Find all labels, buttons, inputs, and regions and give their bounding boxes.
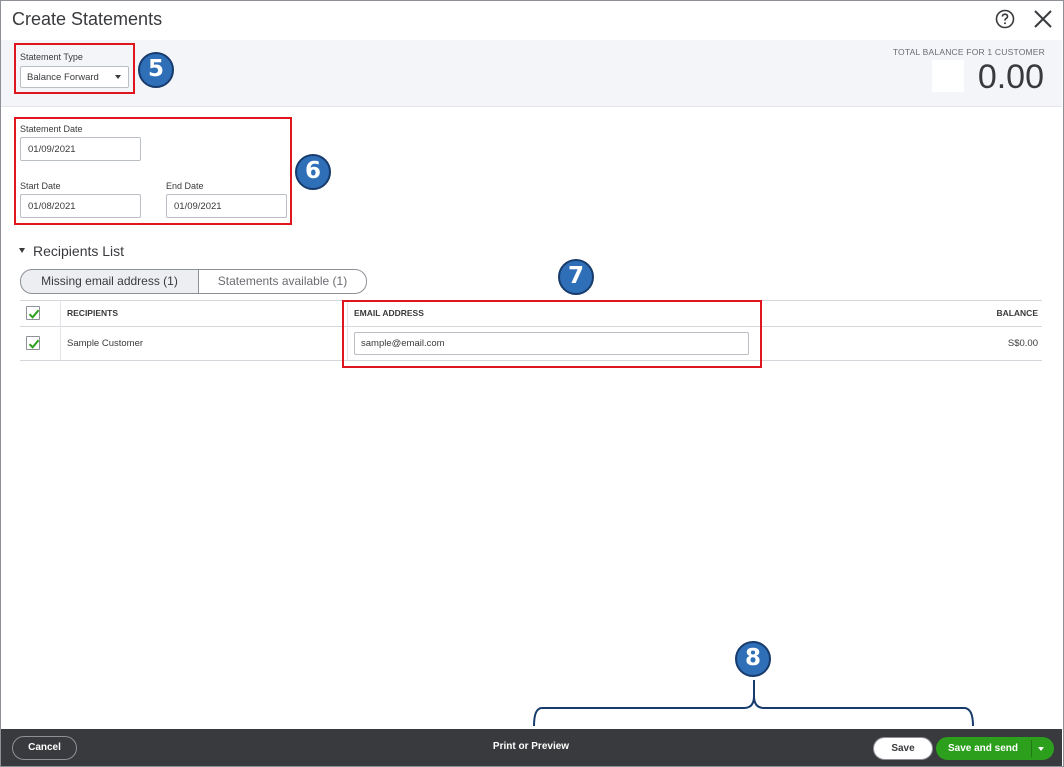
recipients-list-toggle[interactable]: Recipients List: [19, 243, 124, 259]
recipients-list-heading: Recipients List: [33, 243, 125, 259]
redacted-currency-area: [932, 60, 964, 92]
close-icon[interactable]: [1032, 8, 1054, 30]
cancel-button[interactable]: Cancel: [12, 736, 77, 760]
save-button[interactable]: Save: [873, 737, 933, 760]
step-badge-7: 7: [558, 259, 594, 295]
step-badge-6: 6: [295, 154, 331, 190]
column-header-balance: BALANCE: [996, 308, 1038, 318]
chevron-down-icon[interactable]: [1038, 747, 1044, 751]
annotation-box-email: [342, 300, 762, 368]
print-or-preview-button[interactable]: Print or Preview: [490, 737, 572, 757]
caret-down-icon: [19, 247, 25, 253]
save-and-send-button[interactable]: Save and send: [936, 737, 1054, 760]
column-header-recipients: RECIPIENTS: [67, 308, 119, 318]
select-all-checkbox[interactable]: [26, 306, 40, 320]
column-divider: [60, 300, 61, 360]
split-divider: [1031, 740, 1032, 757]
annotation-box-dates: [14, 117, 292, 225]
tab-missing-email[interactable]: Missing email address (1): [20, 269, 199, 294]
save-and-send-label: Save and send: [947, 743, 1019, 754]
tab-statements-available[interactable]: Statements available (1): [198, 269, 367, 294]
recipient-name: Sample Customer: [67, 338, 144, 349]
step-badge-8: 8: [735, 641, 771, 677]
create-statements-window: [0, 0, 1064, 767]
row-checkbox[interactable]: [26, 336, 40, 350]
total-balance-label: TOTAL BALANCE FOR 1 CUSTOMER: [892, 47, 1045, 57]
annotation-box-statement-type: [14, 43, 135, 94]
recipient-balance: S$0.00: [1007, 338, 1038, 349]
step-badge-5: 5: [138, 52, 174, 88]
annotation-bracket: [533, 680, 974, 727]
help-icon[interactable]: [995, 9, 1015, 29]
total-balance-amount: 0.00: [977, 58, 1044, 96]
page-title: Create Statements: [12, 9, 163, 29]
